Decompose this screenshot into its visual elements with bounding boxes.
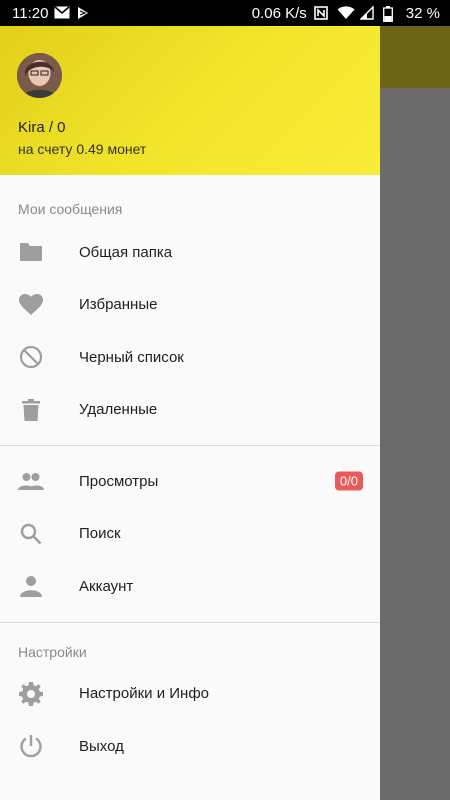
- drawer-item-search[interactable]: Поиск: [0, 508, 380, 561]
- notification-icon: [76, 6, 92, 20]
- signal-icon: [359, 5, 376, 20]
- user-balance: на счету 0.49 монет: [18, 141, 147, 157]
- drawer-item-account[interactable]: Аккаунт: [0, 560, 380, 613]
- network-speed: 0.06 K/s: [251, 4, 307, 22]
- person-icon: [18, 573, 44, 599]
- drawer-item-views[interactable]: Просмотры 0/0: [0, 455, 380, 508]
- drawer-item-label: Общая папка: [79, 243, 173, 261]
- drawer-item-label: Аккаунт: [79, 577, 134, 595]
- battery-icon: [382, 6, 399, 22]
- drawer-item-label: Черный список: [79, 348, 184, 366]
- status-time: 11:20: [12, 4, 49, 22]
- section-title-settings: Настройки: [18, 643, 87, 660]
- avatar[interactable]: [17, 53, 62, 98]
- block-icon: [18, 344, 44, 370]
- status-bar: 11:20 0.06 K/s 32 %: [0, 0, 450, 26]
- drawer-item-label: Удаленные: [79, 401, 158, 419]
- people-icon: [18, 468, 44, 494]
- wifi-icon: [337, 6, 355, 20]
- drawer-item-label: Просмотры: [79, 472, 159, 490]
- navigation-drawer: Kira / 0 на счету 0.49 монет Мои сообщен…: [0, 26, 380, 800]
- search-icon: [18, 521, 44, 547]
- drawer-item-deleted[interactable]: Удаленные: [0, 384, 380, 437]
- drawer-item-logout[interactable]: Выход: [0, 720, 380, 773]
- divider: [0, 445, 380, 446]
- battery-percent: 32 %: [405, 4, 440, 22]
- gear-icon: [18, 681, 44, 707]
- drawer-item-general-folder[interactable]: Общая папка: [0, 226, 380, 279]
- folder-icon: [18, 239, 44, 265]
- drawer-item-label: Выход: [79, 737, 124, 755]
- drawer-item-label: Поиск: [79, 525, 121, 543]
- drawer-item-label: Избранные: [79, 296, 158, 314]
- drawer-header: Kira / 0 на счету 0.49 монет: [0, 26, 380, 175]
- drawer-item-settings-info[interactable]: Настройки и Инфо: [0, 668, 380, 721]
- views-count-badge: 0/0: [334, 471, 363, 491]
- heart-icon: [18, 292, 44, 318]
- trash-icon: [18, 397, 44, 423]
- divider: [0, 621, 380, 623]
- nfc-icon: [313, 6, 330, 20]
- drawer-item-favorites[interactable]: Избранные: [0, 279, 380, 332]
- power-icon: [18, 733, 44, 759]
- drawer-item-blacklist[interactable]: Черный список: [0, 331, 380, 384]
- user-name: Kira / 0: [18, 119, 66, 136]
- section-title-my-messages: Мои сообщения: [18, 201, 123, 217]
- mail-icon: [54, 6, 70, 20]
- drawer-item-label: Настройки и Инфо: [79, 685, 210, 703]
